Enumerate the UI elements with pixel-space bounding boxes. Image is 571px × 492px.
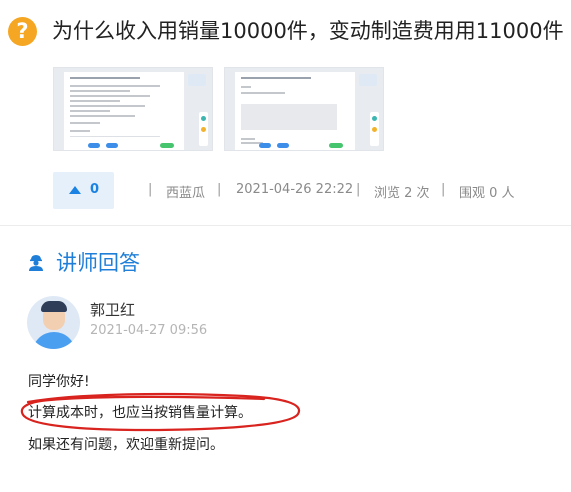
qa-page: ? 为什么收入用销量10000件，变动制造费用用11000件 0 | 西蓝瓜 |… xyxy=(0,0,571,492)
teacher-name: 郭卫红 xyxy=(90,301,136,319)
thumbnail-panel xyxy=(241,104,337,130)
thumbnail-page xyxy=(64,72,184,150)
thumbnail-rail xyxy=(370,112,379,146)
answer-paragraph: 如果还有问题，欢迎重新提问。 xyxy=(28,437,224,453)
vote-count: 0 xyxy=(90,182,100,197)
watcher-count: 围观 0 人 xyxy=(459,186,515,201)
thumbnail-button xyxy=(160,143,174,148)
avatar xyxy=(27,296,80,349)
question-author[interactable]: 西蓝瓜 xyxy=(166,182,205,201)
separator: | xyxy=(217,182,222,197)
question-mark-icon: ? xyxy=(8,17,37,46)
attachment-thumbnail-1[interactable] xyxy=(53,67,213,151)
thumbnail-button xyxy=(259,143,271,148)
thumbnail-badge xyxy=(359,74,377,86)
thumbnail-button xyxy=(106,143,118,148)
thumbnail-rail xyxy=(199,112,208,146)
thumbnail-button xyxy=(88,143,100,148)
thumbnail-badge xyxy=(188,74,206,86)
attachment-thumbnail-2[interactable] xyxy=(224,67,384,151)
arrow-up-icon xyxy=(69,186,81,194)
lecturer-answer-title: 讲师回答 xyxy=(56,251,140,275)
thumbnail-button xyxy=(277,143,289,148)
separator: | xyxy=(148,182,153,197)
question-title: 为什么收入用销量10000件，变动制造费用用11000件 xyxy=(52,19,564,43)
answer-paragraph: 同学你好! xyxy=(28,374,90,390)
question-datetime: 2021-04-26 22:22 xyxy=(236,182,354,197)
answer-paragraph: 计算成本时，也应当按销售量计算。 xyxy=(28,405,252,421)
separator: | xyxy=(441,182,446,197)
separator: | xyxy=(356,182,361,197)
answer-time: 2021-04-27 09:56 xyxy=(90,323,208,338)
upvote-button[interactable]: 0 xyxy=(53,172,114,209)
view-count: 浏览 2 次 xyxy=(374,186,430,201)
thumbnail-button xyxy=(329,143,343,148)
section-divider xyxy=(0,225,571,226)
lecturer-icon xyxy=(29,255,43,271)
